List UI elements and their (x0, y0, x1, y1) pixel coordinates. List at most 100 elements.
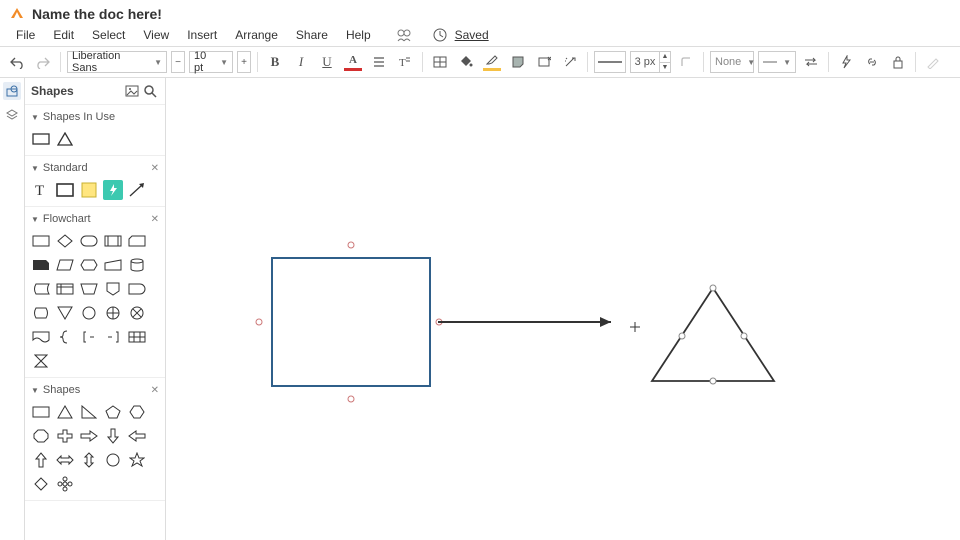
fc-table[interactable] (127, 327, 147, 347)
fc-summing[interactable] (103, 303, 123, 323)
group-close-icon[interactable]: ✕ (151, 385, 159, 396)
fc-stored-data[interactable] (31, 279, 51, 299)
pen-tool-icon[interactable] (922, 51, 944, 73)
handle-top[interactable] (348, 242, 354, 248)
sh-star[interactable] (127, 450, 147, 470)
tri-handle-left[interactable] (679, 333, 685, 339)
fc-decision[interactable] (55, 231, 75, 251)
menu-help[interactable]: Help (338, 26, 379, 44)
shape-note[interactable] (79, 180, 99, 200)
fc-data[interactable] (55, 255, 75, 275)
sh-triangle[interactable] (55, 402, 75, 422)
text-style-button[interactable]: T (394, 51, 416, 73)
shape-triangle[interactable] (55, 129, 75, 149)
menu-share[interactable]: Share (288, 26, 336, 44)
fc-predefined[interactable] (103, 231, 123, 251)
shape-arrow-line[interactable] (127, 180, 147, 200)
fc-brace[interactable] (55, 327, 75, 347)
sh-arrow-down[interactable] (103, 426, 123, 446)
panel-image-icon[interactable] (123, 82, 141, 100)
sh-rect[interactable] (31, 402, 51, 422)
arrow-start-combo[interactable]: None▼ (710, 51, 754, 73)
menu-edit[interactable]: Edit (45, 26, 82, 44)
caret-down-icon[interactable]: ▼ (31, 386, 39, 395)
sh-hexagon[interactable] (127, 402, 147, 422)
fc-manual-op[interactable] (79, 279, 99, 299)
sh-arrow-right[interactable] (79, 426, 99, 446)
fill-color-button[interactable] (455, 51, 477, 73)
fc-or[interactable] (127, 303, 147, 323)
fc-display[interactable] (31, 303, 51, 323)
sh-arrow-lr[interactable] (55, 450, 75, 470)
font-size-decrease[interactable]: − (171, 51, 185, 73)
sh-arrow-up[interactable] (31, 450, 51, 470)
menu-arrange[interactable]: Arrange (227, 26, 286, 44)
saved-status[interactable]: Saved (455, 28, 489, 42)
crop-button[interactable] (533, 51, 555, 73)
fill-pattern-button[interactable] (507, 51, 529, 73)
corner-style-button[interactable] (675, 51, 697, 73)
caret-down-icon[interactable]: ▼ (31, 164, 39, 173)
rail-layers-button[interactable] (3, 106, 21, 124)
link-icon[interactable] (861, 51, 883, 73)
sh-flower[interactable] (55, 474, 75, 494)
shape-rectangle[interactable] (31, 129, 51, 149)
font-size-combo[interactable]: 10 pt▼ (189, 51, 233, 73)
font-color-button[interactable]: A (342, 51, 364, 73)
line-style-combo[interactable] (594, 51, 626, 73)
fc-note-left[interactable] (103, 327, 123, 347)
fc-document-alt[interactable] (127, 231, 147, 251)
align-button[interactable] (368, 51, 390, 73)
fc-terminator[interactable] (79, 231, 99, 251)
sh-octagon[interactable] (31, 426, 51, 446)
fc-preparation[interactable] (79, 255, 99, 275)
handle-bottom[interactable] (348, 396, 354, 402)
font-size-increase[interactable]: + (237, 51, 251, 73)
fc-delay[interactable] (127, 279, 147, 299)
shape-rect-thick[interactable] (55, 180, 75, 200)
canvas-triangle[interactable] (652, 288, 774, 381)
fc-card[interactable] (31, 255, 51, 275)
line-width-stepper[interactable]: 3 px ▲▼ (630, 51, 671, 73)
panel-search-icon[interactable] (141, 82, 159, 100)
collaboration-icon[interactable] (395, 26, 413, 44)
menu-select[interactable]: Select (84, 26, 133, 44)
bold-button[interactable]: B (264, 51, 286, 73)
document-title[interactable]: Name the doc here! (32, 6, 162, 22)
undo-button[interactable] (6, 51, 28, 73)
fc-collate[interactable] (31, 351, 51, 371)
sh-diamond[interactable] (31, 474, 51, 494)
fc-database[interactable] (127, 255, 147, 275)
magic-button[interactable] (559, 51, 581, 73)
fc-document[interactable] (31, 327, 51, 347)
tri-handle-top[interactable] (710, 285, 716, 291)
fc-connector[interactable] (79, 303, 99, 323)
highlight-button[interactable] (481, 51, 503, 73)
group-close-icon[interactable]: ✕ (151, 163, 159, 174)
lock-icon[interactable] (887, 51, 909, 73)
canvas-rectangle[interactable] (272, 258, 430, 386)
line-width-down[interactable]: ▼ (660, 63, 670, 73)
reverse-arrow-button[interactable] (800, 51, 822, 73)
menu-insert[interactable]: Insert (179, 26, 225, 44)
caret-down-icon[interactable]: ▼ (31, 113, 39, 122)
fc-internal[interactable] (55, 279, 75, 299)
fc-merge[interactable] (55, 303, 75, 323)
shape-bolt[interactable] (103, 180, 123, 200)
line-width-up[interactable]: ▲ (660, 52, 670, 63)
font-family-combo[interactable]: Liberation Sans▼ (67, 51, 167, 73)
tri-handle-bottom[interactable] (710, 378, 716, 384)
drawing-canvas[interactable] (166, 78, 960, 540)
handle-left[interactable] (256, 319, 262, 325)
sh-circle[interactable] (103, 450, 123, 470)
sh-pentagon[interactable] (103, 402, 123, 422)
caret-down-icon[interactable]: ▼ (31, 215, 39, 224)
group-close-icon[interactable]: ✕ (151, 214, 159, 225)
menu-file[interactable]: File (8, 26, 43, 44)
sh-arrow-ud[interactable] (79, 450, 99, 470)
bolt-icon[interactable] (835, 51, 857, 73)
redo-button[interactable] (32, 51, 54, 73)
rail-shapes-button[interactable] (3, 82, 21, 100)
fc-manual-input[interactable] (103, 255, 123, 275)
fc-offpage[interactable] (103, 279, 123, 299)
